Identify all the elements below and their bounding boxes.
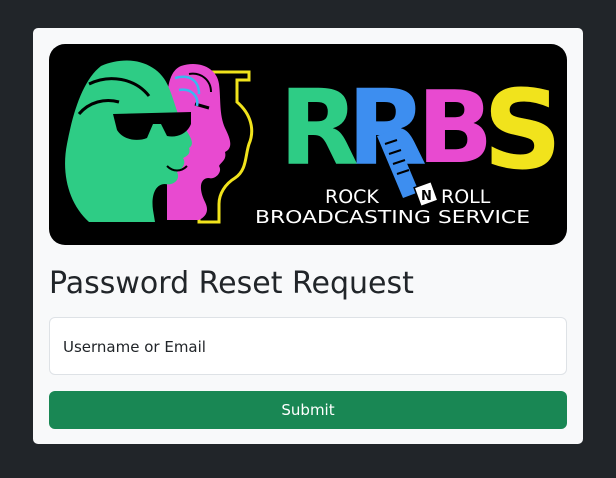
logo-service-text: BROADCASTING SERVICE	[255, 207, 530, 228]
logo-letter-r2: R	[347, 67, 427, 189]
logo-letter-s: S	[483, 66, 562, 194]
logo-rock-text: ROCK	[325, 186, 379, 208]
submit-button[interactable]: Submit	[49, 391, 567, 429]
logo-n-letter: N	[421, 189, 432, 204]
logo-roll-text: ROLL	[441, 186, 491, 208]
rrbs-logo: R R B S N ROCK ROLL BROADCASTING SERVICE	[65, 60, 562, 228]
faces-illustration	[65, 60, 254, 224]
rrbs-logo-banner: R R B S N ROCK ROLL BROADCASTING SERVICE	[49, 44, 567, 245]
logo-letter-b: B	[417, 69, 493, 186]
username-email-label: Username or Email	[63, 338, 206, 356]
username-email-field[interactable]: Username or Email	[49, 317, 567, 375]
reset-card: R R B S N ROCK ROLL BROADCASTING SERVICE…	[33, 28, 583, 444]
page-title: Password Reset Request	[49, 266, 414, 301]
rrbs-letters: R R B S	[279, 66, 562, 194]
